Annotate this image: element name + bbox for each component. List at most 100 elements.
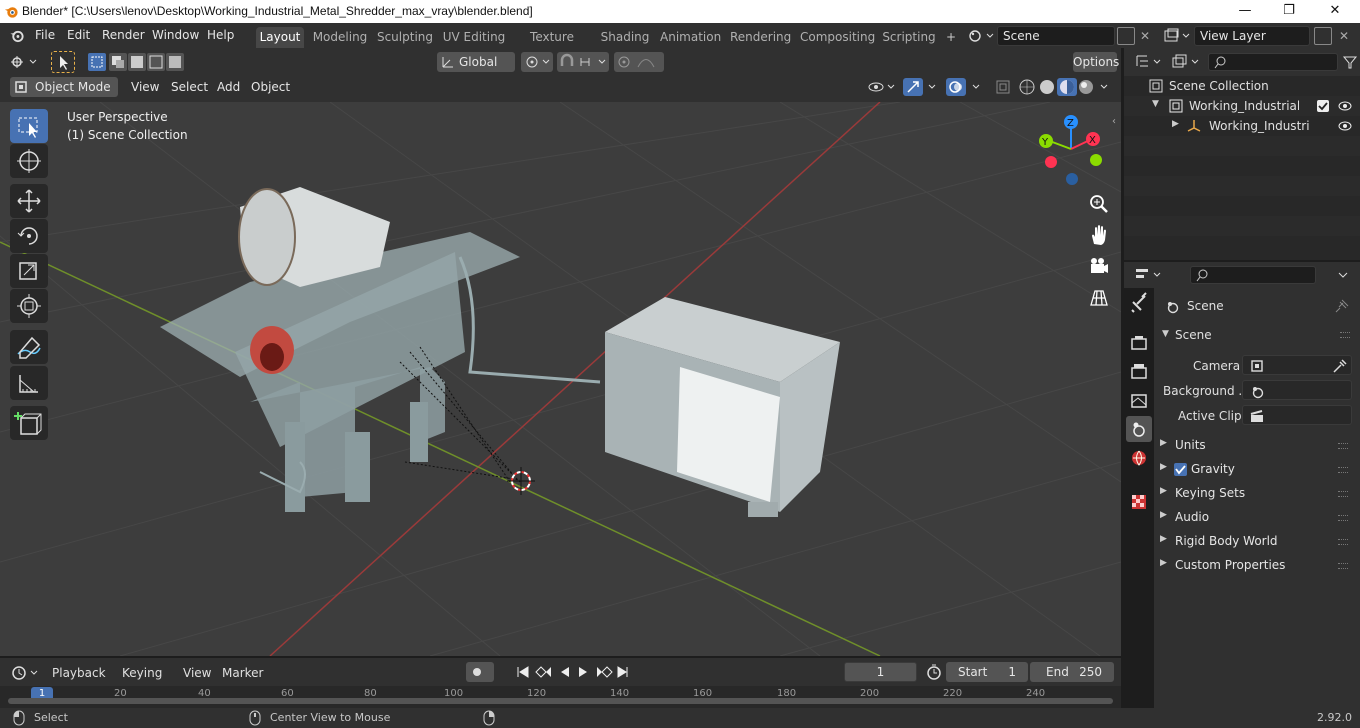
drag-handle-icon[interactable] [1340,332,1350,338]
menu-file[interactable]: File [35,28,55,42]
tab-layout[interactable]: Layout [256,27,304,48]
tab-sculpting[interactable]: Sculpting [376,27,434,48]
properties-search-input[interactable] [1190,266,1316,284]
delete-view-layer-icon[interactable]: ✕ [1336,26,1352,46]
gravity-panel-header[interactable]: ▶ Gravity [1160,459,1354,481]
gravity-checkbox[interactable] [1174,463,1187,476]
options-dropdown[interactable]: Options [1073,52,1119,72]
active-clip-field[interactable] [1242,405,1352,425]
view-layer-browse-button[interactable] [1161,26,1193,46]
drag-handle-icon[interactable] [1338,539,1348,545]
select-tool-button[interactable] [51,51,75,73]
viewport-menu-object[interactable]: Object [251,77,290,97]
pan-view-button[interactable] [1086,222,1112,248]
tab-texture-paint[interactable]: Texture Paint [514,27,590,65]
eye-icon[interactable] [1337,120,1353,132]
view-layer-field[interactable]: View Layer [1194,26,1310,46]
blender-menu-icon[interactable] [9,28,25,43]
timeline-editor-type-button[interactable] [9,663,41,683]
current-frame-field[interactable]: 1 [844,662,917,682]
drag-handle-icon[interactable] [1338,491,1348,497]
select-box-tool[interactable] [10,109,48,143]
zoom-view-button[interactable] [1086,191,1112,217]
tab-shading[interactable]: Shading [598,27,652,48]
editor-type-button[interactable] [8,52,40,72]
drag-handle-icon[interactable] [1338,515,1348,521]
drag-handle-icon[interactable] [1338,467,1348,473]
sidebar-toggle-icon[interactable]: ‹ [1112,116,1121,130]
camera-field[interactable] [1242,355,1352,375]
end-frame-field[interactable]: End 250 [1030,662,1114,682]
outliner-editor-type-button[interactable] [1134,53,1164,71]
scale-tool[interactable] [10,254,48,288]
tab-scripting[interactable]: Scripting [880,27,938,48]
rigid-body-world-panel-header[interactable]: ▶ Rigid Body World [1160,531,1354,553]
units-panel-header[interactable]: ▶ Units [1160,435,1354,457]
auto-keying-button[interactable] [466,662,494,682]
eye-icon[interactable] [1337,100,1353,112]
proportional-editing-controls[interactable] [614,52,664,72]
overlays-toggle[interactable] [946,77,986,97]
new-view-layer-icon[interactable] [1314,27,1332,45]
orthographic-toggle-button[interactable] [1086,285,1112,311]
transform-tool[interactable] [10,289,48,323]
outliner-search-input[interactable] [1208,53,1338,71]
3d-cursor[interactable] [507,467,535,495]
gizmo-toggle[interactable] [903,77,941,97]
timeline-menu-marker[interactable]: Marker [222,663,263,683]
timeline-menu-playback[interactable]: Playback [44,663,110,683]
preview-range-toggle[interactable] [924,662,944,682]
pin-icon[interactable] [1334,298,1350,314]
properties-tab-icons[interactable] [1124,288,1154,538]
viewport-menu-select[interactable]: Select [171,77,208,97]
exclude-checkbox[interactable] [1317,100,1329,112]
properties-options-dropdown[interactable] [1334,266,1354,284]
visibility-dropdown[interactable] [866,77,898,97]
tab-animation[interactable]: Animation [660,27,721,48]
menu-render[interactable]: Render [102,28,145,42]
audio-panel-header[interactable]: ▶ Audio [1160,507,1354,529]
keying-sets-panel-header[interactable]: ▶ Keying Sets [1160,483,1354,505]
minimize-button[interactable]: — [1222,0,1268,23]
xray-toggle[interactable] [993,77,1013,97]
tab-rendering[interactable]: Rendering [730,27,791,48]
outliner-filter-button[interactable] [1342,53,1358,71]
timeline-menu-keying[interactable]: Keying [114,663,172,683]
custom-properties-panel-header[interactable]: ▶ Custom Properties [1160,555,1354,577]
add-cube-tool[interactable] [10,406,48,440]
start-frame-field[interactable]: Start 1 [946,662,1028,682]
3d-viewport[interactable]: Z X Y User Perspective (1) Scene Collect… [0,102,1121,656]
timeline-menu-view[interactable]: View [183,663,211,683]
add-workspace-button[interactable]: + [942,27,960,48]
drag-handle-icon[interactable] [1338,563,1348,569]
annotate-tool[interactable] [10,330,48,364]
collapse-arrow-icon[interactable]: ▶ [1172,119,1179,129]
menu-edit[interactable]: Edit [67,28,90,42]
pivot-point-dropdown[interactable] [521,52,553,72]
playback-controls[interactable] [513,662,633,682]
control-cabinet[interactable] [605,297,840,517]
scene-panel-header[interactable]: ▼ Scene [1158,324,1356,348]
menu-window[interactable]: Window [152,28,199,42]
tab-compositing[interactable]: Compositing [800,27,875,48]
delete-scene-icon[interactable]: ✕ [1137,26,1153,46]
scene-name-field[interactable]: Scene [997,26,1115,46]
selection-mode-buttons[interactable] [88,52,184,72]
tab-modeling[interactable]: Modeling [310,27,370,48]
outliner-row-scene-collection[interactable]: Scene Collection [1124,76,1360,96]
viewport-menu-add[interactable]: Add [217,77,240,97]
shading-mode-buttons[interactable] [1017,77,1117,97]
move-tool[interactable] [10,184,48,218]
display-mode-dropdown[interactable] [1170,53,1202,71]
measure-tool[interactable] [10,366,48,400]
properties-editor-type-button[interactable] [1134,266,1164,284]
rotate-tool[interactable] [10,219,48,253]
timeline-scrollbar[interactable] [8,698,1113,704]
cursor-tool[interactable] [10,144,48,178]
close-button[interactable]: ✕ [1312,0,1358,23]
snapping-controls[interactable] [557,52,609,72]
new-scene-icon[interactable] [1117,27,1135,45]
eyedropper-icon[interactable] [1331,358,1347,374]
outliner-row-collection[interactable]: ▼ Working_Industrial_Meta [1124,96,1360,116]
outliner-row-object[interactable]: ▶ Working_Industrial_N [1124,116,1360,136]
